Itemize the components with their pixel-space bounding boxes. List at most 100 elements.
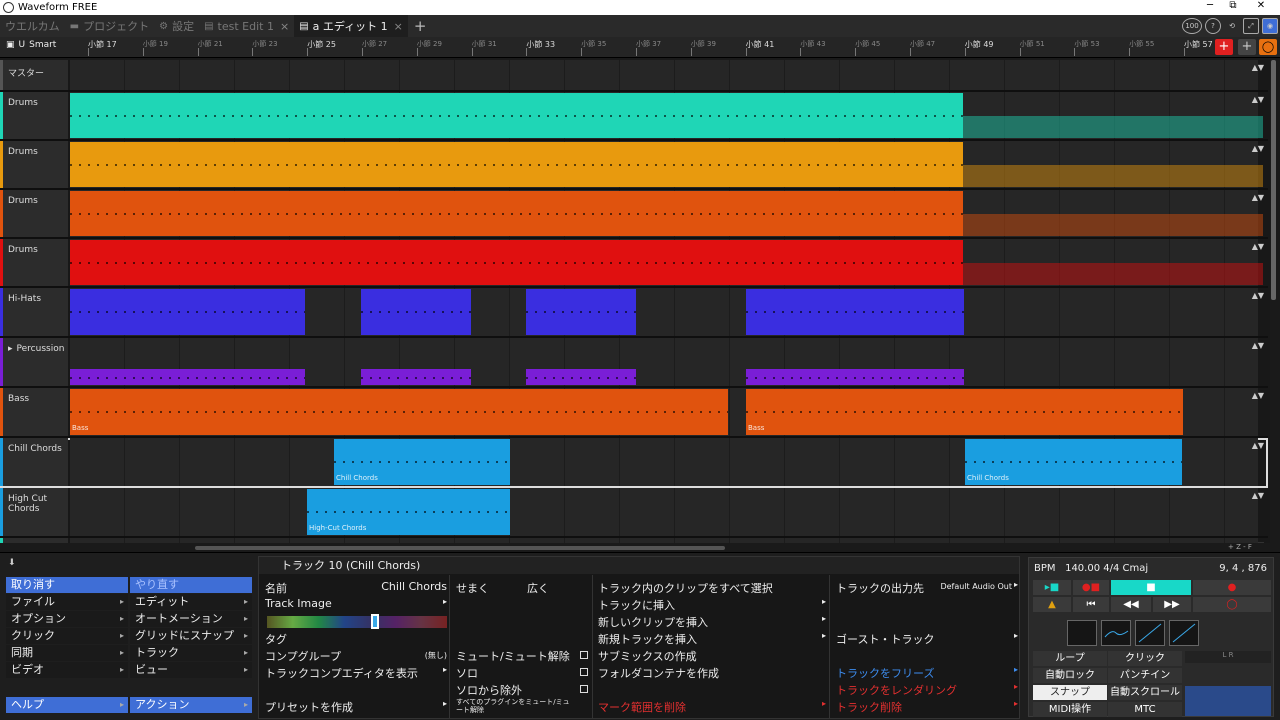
- menu-help[interactable]: ヘルプ: [6, 697, 128, 713]
- clip[interactable]: Bass: [70, 389, 728, 435]
- comp-group-item[interactable]: コンプグループ (無し): [265, 648, 447, 664]
- track-lane[interactable]: [70, 190, 1263, 237]
- track-header[interactable]: High Cut Chords: [0, 488, 68, 536]
- name-value[interactable]: Chill Chords: [381, 580, 447, 593]
- expand-icon[interactable]: ▸: [8, 344, 13, 354]
- insert-new-track[interactable]: 新規トラックを挿入 ▸: [598, 631, 826, 647]
- envelope-flat-icon[interactable]: [1067, 620, 1097, 646]
- track-header[interactable]: Drums: [0, 92, 68, 139]
- clip[interactable]: [746, 369, 964, 385]
- tempo-display[interactable]: BPM 140.00 4/4 Cmaj: [1034, 563, 1148, 574]
- record-loop-icon[interactable]: ●■: [1073, 580, 1109, 595]
- solo-item[interactable]: ソロ: [456, 665, 588, 681]
- track-lane[interactable]: Bass Bass: [70, 388, 1258, 436]
- envelope-rise-icon[interactable]: [1135, 620, 1165, 646]
- loop-play-icon[interactable]: ▸■: [1033, 580, 1071, 595]
- render-track-item[interactable]: トラックをレンダリング ▸: [836, 682, 1018, 698]
- track-row[interactable]: ▸ Percussion ▲▼: [0, 338, 1268, 388]
- expand-icon[interactable]: ⤢: [1243, 18, 1259, 34]
- color-selector[interactable]: [371, 614, 379, 629]
- envelope-curve-icon[interactable]: [1101, 620, 1131, 646]
- track-lane[interactable]: Chill Chords Chill Chords: [70, 438, 1258, 486]
- smart-tool[interactable]: ▣ U Smart: [6, 40, 56, 50]
- stop-button[interactable]: ■: [1111, 580, 1191, 595]
- auto-lock-button[interactable]: 自動ロック: [1033, 668, 1107, 683]
- mute-item[interactable]: ミュート/ミュート解除: [456, 648, 588, 664]
- track-header[interactable]: Lead Bus: [0, 538, 68, 543]
- menu-view[interactable]: ビュー: [130, 662, 252, 678]
- clip[interactable]: [70, 93, 963, 138]
- menu-automation[interactable]: オートメーション: [130, 611, 252, 627]
- track-lane[interactable]: [70, 288, 1258, 336]
- click-button[interactable]: クリック: [1108, 651, 1182, 666]
- add-button[interactable]: +: [1215, 39, 1233, 55]
- track-arrows-icon[interactable]: ▲▼: [1252, 442, 1264, 450]
- snap-button[interactable]: スナップ: [1033, 685, 1107, 700]
- track-arrows-icon[interactable]: ▲▼: [1252, 64, 1264, 72]
- track-lane[interactable]: [70, 60, 1258, 90]
- track-row[interactable]: Drums ▲▼: [0, 239, 1268, 288]
- close-icon[interactable]: ×: [280, 20, 289, 33]
- track-arrows-icon[interactable]: ▲▼: [1252, 96, 1264, 104]
- clip[interactable]: [70, 240, 963, 285]
- menu-options[interactable]: オプション: [6, 611, 128, 627]
- narrow-button[interactable]: せまく: [456, 580, 489, 596]
- track-arrows-icon[interactable]: ▲▼: [1252, 292, 1264, 300]
- tag-label[interactable]: タグ: [265, 631, 287, 647]
- warning-icon[interactable]: ▲: [1033, 597, 1071, 612]
- track-arrows-icon[interactable]: ▲▼: [1252, 194, 1264, 202]
- new-tab-button[interactable]: +: [408, 17, 433, 35]
- download-icon[interactable]: ⬇: [8, 558, 16, 568]
- clip[interactable]: High-Cut Chords: [307, 489, 510, 535]
- wide-button[interactable]: 広く: [527, 580, 549, 596]
- insert-into-track[interactable]: トラックに挿入 ▸: [598, 597, 826, 613]
- track-header[interactable]: ▸ Percussion: [0, 338, 68, 386]
- clip[interactable]: [70, 142, 963, 187]
- menu-sync[interactable]: 同期: [6, 645, 128, 661]
- track-output-item[interactable]: トラックの出力先 Default Audio Out ▸: [836, 580, 1018, 596]
- maximize-button[interactable]: ⧉: [1220, 0, 1246, 11]
- track-lane[interactable]: [70, 239, 1263, 286]
- track-header[interactable]: Drums: [0, 239, 68, 286]
- clip[interactable]: [361, 289, 471, 335]
- track-header[interactable]: Bass: [0, 388, 68, 436]
- clip[interactable]: Bass: [746, 389, 1183, 435]
- undo-item[interactable]: 取り消す: [6, 577, 128, 593]
- track-row[interactable]: Drums ▲▼: [0, 190, 1268, 239]
- fast-forward-button[interactable]: ▶▶: [1153, 597, 1191, 612]
- auto-scroll-button[interactable]: 自動スクロール: [1108, 685, 1182, 700]
- track-row[interactable]: Drums ▲▼: [0, 92, 1268, 141]
- track-lane[interactable]: [70, 141, 1263, 188]
- select-all-clips[interactable]: トラック内のクリップをすべて選択: [598, 580, 773, 596]
- horizontal-scrollbar[interactable]: [195, 546, 725, 550]
- go-to-start-button[interactable]: ⏮: [1073, 597, 1109, 612]
- tab-welcome[interactable]: ウエルカム: [0, 15, 65, 37]
- menu-click[interactable]: クリック: [6, 628, 128, 644]
- tab-settings[interactable]: ⚙ 設定: [154, 15, 199, 37]
- midi-button[interactable]: MIDI操作: [1033, 702, 1107, 717]
- help-icon[interactable]: ?: [1205, 18, 1221, 34]
- envelope-ramp-icon[interactable]: [1169, 620, 1199, 646]
- clip[interactable]: [526, 289, 636, 335]
- track-image-item[interactable]: Track Image ▸: [265, 597, 447, 610]
- track-row[interactable]: マスター ▲▼: [0, 60, 1268, 92]
- tab-projects[interactable]: ▬ プロジェクト: [65, 15, 154, 37]
- solo-exclude-checkbox[interactable]: [580, 685, 588, 693]
- close-button[interactable]: ✕: [1248, 0, 1274, 11]
- clip[interactable]: [746, 289, 964, 335]
- track-lane[interactable]: [70, 538, 1258, 543]
- menu-video[interactable]: ビデオ: [6, 662, 128, 678]
- menu-file[interactable]: ファイル: [6, 594, 128, 610]
- track-arrows-icon[interactable]: ▲▼: [1252, 542, 1264, 544]
- mtc-button[interactable]: MTC: [1108, 702, 1182, 717]
- clip[interactable]: Chill Chords: [334, 439, 510, 485]
- timeline-ruler[interactable]: ▣ U Smart 小節 17 小節 25 小節 33 小節 41 小節 49 小節 57 小節…: [0, 37, 1280, 58]
- track-row[interactable]: Chill Chords Chill Chords Chill Chords ▲▼: [0, 438, 1268, 488]
- menu-action[interactable]: アクション: [130, 697, 252, 713]
- record-button[interactable]: ●: [1193, 580, 1271, 595]
- track-lane[interactable]: [70, 338, 1258, 386]
- preset-item[interactable]: プリセットを作成 ▸: [265, 699, 447, 715]
- clip[interactable]: [70, 191, 963, 236]
- create-submix[interactable]: サブミックスの作成: [598, 648, 697, 664]
- menu-snap[interactable]: グリッドにスナップ: [130, 628, 252, 644]
